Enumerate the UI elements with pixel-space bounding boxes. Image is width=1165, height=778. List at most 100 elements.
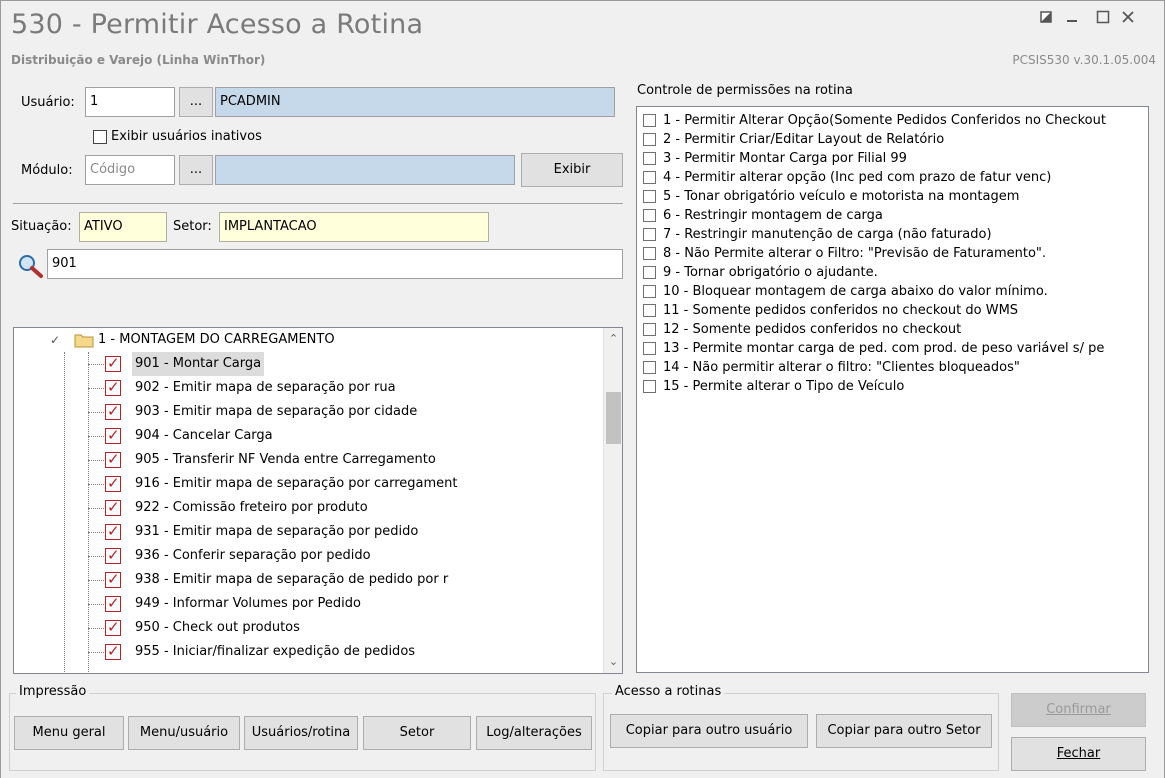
permission-checkbox[interactable]	[643, 171, 656, 184]
permission-item[interactable]: 3 - Permitir Montar Carga por Filial 99	[641, 149, 1148, 168]
permission-item[interactable]: 5 - Tonar obrigatório veículo e motorist…	[641, 187, 1148, 206]
permission-item[interactable]: 1 - Permitir Alterar Opção(Somente Pedid…	[641, 111, 1148, 130]
scroll-up-icon[interactable]: ⌃	[604, 330, 622, 348]
tree-item-checkbox[interactable]: ✓	[105, 522, 121, 540]
permission-checkbox[interactable]	[643, 361, 656, 374]
tree-item[interactable]: ✓ 950 - Check out produtos	[14, 616, 604, 640]
permission-item[interactable]: 9 - Tornar obrigatório o ajudante.	[641, 263, 1148, 282]
tree-item-checkbox[interactable]: ✓	[105, 378, 121, 396]
tree-item[interactable]: ✓ 931 - Emitir mapa de separação por pedi…	[14, 520, 604, 544]
permission-checkbox[interactable]	[643, 266, 656, 279]
copiar-usuario-button[interactable]: Copiar para outro usuário	[610, 714, 808, 748]
permission-checkbox[interactable]	[643, 304, 656, 317]
tree-item-label: 955 - Iniciar/finalizar expedição de ped…	[135, 644, 416, 659]
tree-item-checkbox[interactable]: ✓	[105, 570, 121, 588]
tree-connector	[88, 388, 104, 389]
tree-item[interactable]: ✓ 903 - Emitir mapa de separação por cida…	[14, 400, 604, 424]
permission-item[interactable]: 15 - Permite alterar o Tipo de Veículo	[641, 377, 1148, 396]
permission-item[interactable]: 6 - Restringir montagem de carga	[641, 206, 1148, 225]
permission-checkbox[interactable]	[643, 133, 656, 146]
search-icon[interactable]	[17, 253, 45, 279]
usuarios-rotina-button[interactable]: Usuários/rotina	[244, 716, 358, 750]
tree-item[interactable]: ✓ 902 - Emitir mapa de separação por rua	[14, 376, 604, 400]
exibir-button[interactable]: Exibir	[521, 153, 623, 187]
tree-item-checkbox[interactable]: ✓	[105, 426, 121, 444]
permissions-list[interactable]: 1 - Permitir Alterar Opção(Somente Pedid…	[636, 106, 1149, 673]
usuario-code-input[interactable]: 1	[85, 87, 175, 117]
tree-item-checkbox[interactable]: ✓	[105, 354, 121, 372]
tree-scrollbar[interactable]: ⌃ ⌄	[603, 328, 622, 673]
permission-checkbox[interactable]	[643, 228, 656, 241]
modulo-lookup-button[interactable]: ...	[179, 155, 213, 185]
tree-item[interactable]: ✓ 904 - Cancelar Carga	[14, 424, 604, 448]
check-icon: ✓	[107, 522, 120, 540]
tree-item-checkbox[interactable]: ✓	[105, 618, 121, 636]
tree-item-checkbox[interactable]: ✓	[105, 498, 121, 516]
permission-item[interactable]: 14 - Não permitir alterar o filtro: "Cli…	[641, 358, 1148, 377]
permission-checkbox[interactable]	[643, 114, 656, 127]
permission-checkbox[interactable]	[643, 323, 656, 336]
scroll-thumb[interactable]	[606, 392, 621, 444]
form-separator	[13, 203, 623, 204]
permission-checkbox[interactable]	[643, 247, 656, 260]
permission-checkbox[interactable]	[643, 380, 656, 393]
tree-item-checkbox[interactable]: ✓	[105, 642, 121, 660]
tree-item[interactable]: ✓ 936 - Conferir separação por pedido	[14, 544, 604, 568]
tree-connector	[88, 412, 104, 413]
permission-item[interactable]: 10 - Bloquear montagem de carga abaixo d…	[641, 282, 1148, 301]
usuario-lookup-button[interactable]: ...	[179, 87, 213, 117]
permission-checkbox[interactable]	[643, 342, 656, 355]
permission-item[interactable]: 7 - Restringir manutenção de carga (não …	[641, 225, 1148, 244]
main-window: 530 - Permitir Acesso a Rotina Distribui…	[0, 0, 1165, 778]
acesso-group: Acesso a rotinas Copiar para outro usuár…	[603, 684, 999, 771]
fechar-button[interactable]: Fechar	[1011, 737, 1146, 771]
tree-item-checkbox[interactable]: ✓	[105, 402, 121, 420]
copiar-setor-button[interactable]: Copiar para outro Setor	[816, 714, 992, 748]
tree-item[interactable]: ✓ 938 - Emitir mapa de separação de pedid…	[14, 568, 604, 592]
window-title: 530 - Permitir Acesso a Rotina	[11, 9, 424, 40]
restore-icon[interactable]	[1036, 9, 1056, 29]
permission-checkbox[interactable]	[643, 152, 656, 165]
log-alteracoes-button[interactable]: Log/alterações	[476, 716, 592, 750]
setor-button-label: Setor	[399, 725, 435, 740]
permission-label: 4 - Permitir alterar opção (Inc ped com …	[663, 170, 1052, 185]
modulo-code-input[interactable]: Código	[85, 155, 175, 185]
tree-connector	[88, 532, 104, 533]
tree-group-row[interactable]: ✓ 1 - MONTAGEM DO CARREGAMENTO	[14, 328, 604, 352]
inativos-checkbox[interactable]	[93, 130, 107, 144]
tree-item[interactable]: ✓ 922 - Comissão freteiro por produto	[14, 496, 604, 520]
permission-checkbox[interactable]	[643, 190, 656, 203]
tree-item-checkbox[interactable]: ✓	[105, 546, 121, 564]
scroll-down-icon[interactable]: ⌄	[604, 653, 622, 671]
copiar-usuario-label: Copiar para outro usuário	[625, 723, 793, 738]
permission-item[interactable]: 4 - Permitir alterar opção (Inc ped com …	[641, 168, 1148, 187]
permission-item[interactable]: 2 - Permitir Criar/Editar Layout de Rela…	[641, 130, 1148, 149]
tree-item-checkbox[interactable]: ✓	[105, 594, 121, 612]
check-icon: ✓	[107, 642, 120, 660]
permission-item[interactable]: 8 - Não Permite alterar o Filtro: "Previ…	[641, 244, 1148, 263]
maximize-icon[interactable]	[1093, 9, 1113, 29]
routine-tree[interactable]: ✓ 1 - MONTAGEM DO CARREGAMENTO ✓ 901 - Mo…	[13, 327, 623, 674]
menu-usuario-button[interactable]: Menu/usuário	[128, 716, 240, 750]
modulo-name-field	[215, 155, 515, 185]
tree-item[interactable]: ✓ 905 - Transferir NF Venda entre Carrega…	[14, 448, 604, 472]
close-icon[interactable]	[1118, 9, 1138, 29]
minimize-icon[interactable]	[1062, 9, 1082, 29]
permission-checkbox[interactable]	[643, 285, 656, 298]
confirmar-button[interactable]: Confirmar	[1011, 693, 1146, 727]
tree-item-checkbox[interactable]: ✓	[105, 450, 121, 468]
chevron-down-icon[interactable]: ✓	[50, 328, 60, 352]
tree-item-label: 938 - Emitir mapa de separação de pedido…	[135, 572, 449, 587]
permission-item[interactable]: 12 - Somente pedidos conferidos no check…	[641, 320, 1148, 339]
tree-item[interactable]: ✓ 955 - Iniciar/finalizar expedição de pe…	[14, 640, 604, 664]
permission-item[interactable]: 13 - Permite montar carga de ped. com pr…	[641, 339, 1148, 358]
tree-item-checkbox[interactable]: ✓	[105, 474, 121, 492]
search-input[interactable]: 901	[47, 249, 623, 279]
tree-item[interactable]: ✓ 901 - Montar Carga	[14, 352, 604, 376]
permission-item[interactable]: 11 - Somente pedidos conferidos no check…	[641, 301, 1148, 320]
setor-button[interactable]: Setor	[363, 716, 471, 750]
permission-checkbox[interactable]	[643, 209, 656, 222]
tree-item[interactable]: ✓ 916 - Emitir mapa de separação por carr…	[14, 472, 604, 496]
tree-item[interactable]: ✓ 949 - Informar Volumes por Pedido	[14, 592, 604, 616]
menu-geral-button[interactable]: Menu geral	[14, 716, 124, 750]
